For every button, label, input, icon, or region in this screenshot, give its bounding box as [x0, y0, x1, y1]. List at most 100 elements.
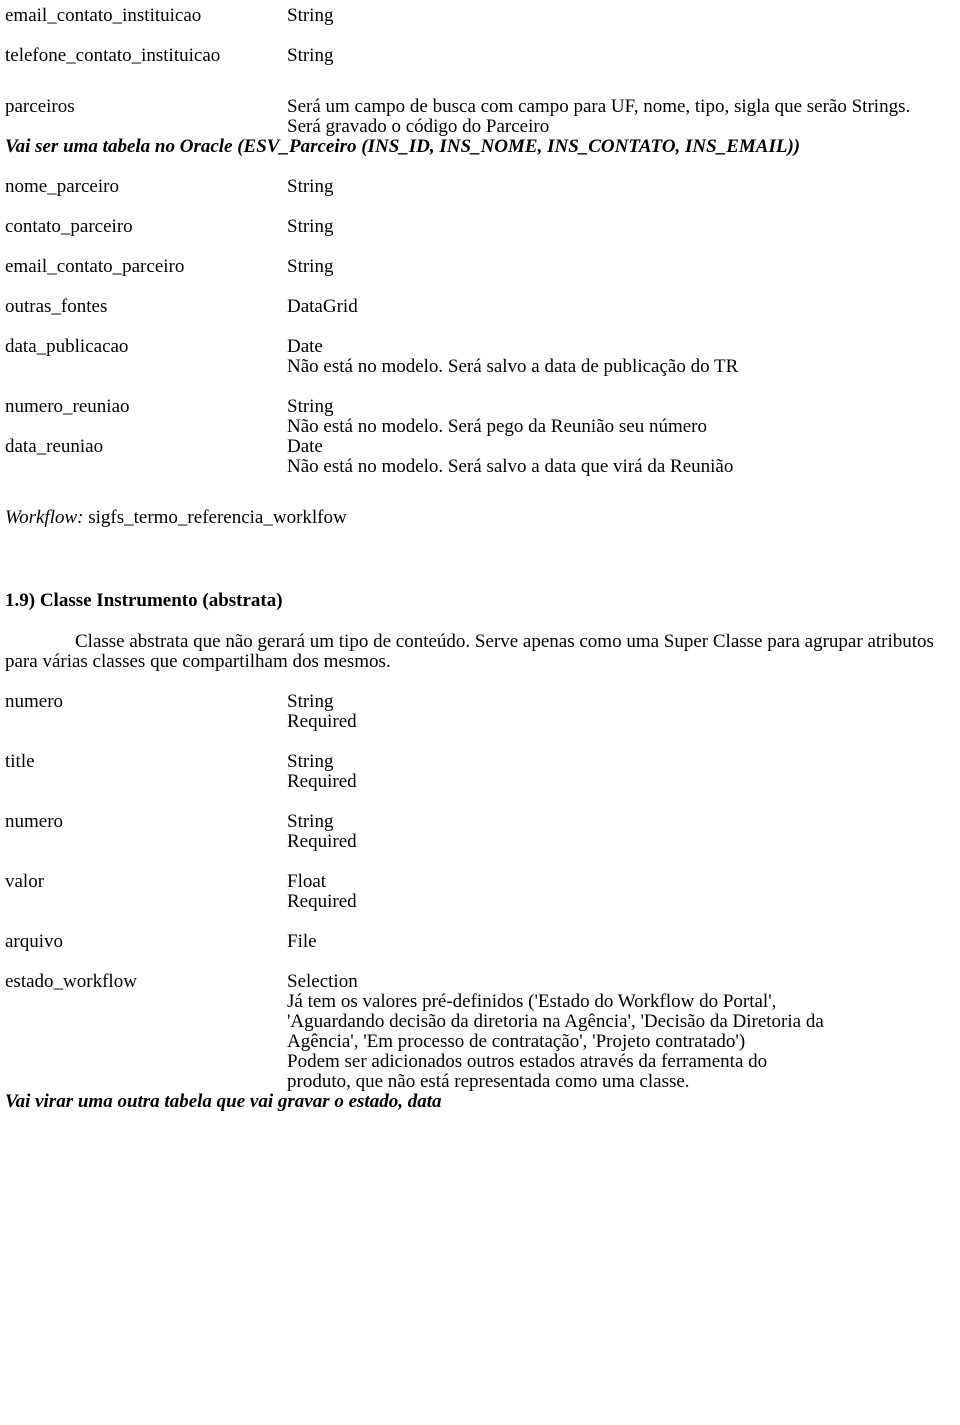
attribute-values: String — [287, 177, 960, 197]
attribute-description: Agência', 'Em processo de contratação', … — [287, 1031, 746, 1052]
attribute-description: Não está no modelo. Será salvo a data de… — [287, 356, 739, 377]
attribute-name: data_publicacao — [5, 336, 129, 357]
attribute-type: Date — [287, 336, 323, 357]
attribute-type: String — [287, 811, 334, 832]
attribute-row: telefone_contato_instituicao String — [0, 46, 960, 66]
attribute-type: File — [287, 931, 317, 952]
workflow-label: Workflow: — [5, 507, 84, 528]
oracle-table-note: Vai ser uma tabela no Oracle (ESV_Parcei… — [5, 136, 801, 157]
attribute-type: String — [287, 751, 334, 772]
attribute-values: Selection Já tem os valores pré-definido… — [287, 972, 960, 1092]
attribute-name: numero — [5, 691, 64, 712]
attribute-type: Selection — [287, 971, 358, 992]
attribute-values: String Não está no modelo. Será pego da … — [287, 397, 960, 437]
attribute-description: Será um campo de busca com campo para UF… — [287, 96, 911, 117]
attribute-values: Float Required — [287, 872, 960, 912]
attribute-name: arquivo — [5, 931, 64, 952]
attribute-type: Float — [287, 871, 327, 892]
footer-note: Vai virar uma outra tabela que vai grava… — [5, 1091, 442, 1112]
attribute-constraint: Required — [287, 771, 357, 792]
attribute-name: numero — [5, 811, 64, 832]
attribute-type: String — [287, 256, 334, 277]
attribute-values: String Required — [287, 752, 960, 792]
attribute-description: Podem ser adicionados outros estados atr… — [287, 1051, 768, 1072]
section-heading: 1.9) Classe Instrumento (abstrata) — [5, 590, 283, 611]
attribute-description: Já tem os valores pré-definidos ('Estado… — [287, 991, 777, 1012]
attribute-name: numero_reuniao — [5, 396, 130, 417]
attribute-name: contato_parceiro — [5, 216, 133, 237]
attribute-row: data_publicacao Date Não está no modelo.… — [0, 337, 960, 377]
attribute-name: nome_parceiro — [5, 176, 119, 197]
attribute-name: title — [5, 751, 35, 772]
attribute-row: numero String Required — [0, 812, 960, 852]
attribute-type: String — [287, 45, 334, 66]
attribute-type: String — [287, 396, 334, 417]
attribute-type: String — [287, 216, 334, 237]
attribute-description: Não está no modelo. Será salvo a data qu… — [287, 456, 734, 477]
attribute-row: arquivo File — [0, 932, 960, 952]
attribute-description: Não está no modelo. Será pego da Reunião… — [287, 416, 707, 437]
attribute-name: parceiros — [5, 96, 75, 117]
attribute-type: Date — [287, 436, 323, 457]
attribute-constraint: Required — [287, 711, 357, 732]
attribute-values: String — [287, 217, 960, 237]
attribute-values: Date Não está no modelo. Será salvo a da… — [287, 437, 960, 477]
attribute-row: outras_fontes DataGrid — [0, 297, 960, 317]
attribute-name: email_contato_parceiro — [5, 256, 185, 277]
workflow-value: sigfs_termo_referencia_worklfow — [83, 507, 347, 528]
attribute-type: DataGrid — [287, 296, 358, 317]
attribute-name: outras_fontes — [5, 296, 108, 317]
attribute-values: Date Não está no modelo. Será salvo a da… — [287, 337, 960, 377]
attribute-row: nome_parceiro String — [0, 177, 960, 197]
attribute-description: produto, que não está representada como … — [287, 1071, 690, 1092]
attribute-row: numero_reuniao String Não está no modelo… — [0, 397, 960, 437]
attribute-description: Será gravado o código do Parceiro — [287, 116, 550, 137]
attribute-row: email_contato_instituicao String — [0, 6, 960, 26]
attribute-values: String — [287, 257, 960, 277]
attribute-values: String — [287, 6, 960, 26]
attribute-row: numero String Required — [0, 692, 960, 732]
attribute-name: valor — [5, 871, 45, 892]
attribute-row: title String Required — [0, 752, 960, 792]
attribute-type: String — [287, 691, 334, 712]
attribute-constraint: Required — [287, 891, 357, 912]
attribute-values: File — [287, 932, 960, 952]
attribute-values: Será um campo de busca com campo para UF… — [287, 97, 960, 137]
attribute-name: data_reuniao — [5, 436, 104, 457]
attribute-row: estado_workflow Selection Já tem os valo… — [0, 972, 960, 1092]
attribute-name: telefone_contato_instituicao — [5, 45, 221, 66]
attribute-constraint: Required — [287, 831, 357, 852]
attribute-values: DataGrid — [287, 297, 960, 317]
attribute-row: contato_parceiro String — [0, 217, 960, 237]
attribute-type: String — [287, 5, 334, 26]
attribute-row: parceiros Será um campo de busca com cam… — [0, 97, 960, 137]
attribute-values: String Required — [287, 812, 960, 852]
attribute-name: estado_workflow — [5, 971, 137, 992]
attribute-type: String — [287, 176, 334, 197]
attribute-name: email_contato_instituicao — [5, 5, 202, 26]
workflow-line: Workflow: sigfs_termo_referencia_worklfo… — [0, 508, 960, 528]
attribute-row: data_reuniao Date Não está no modelo. Se… — [0, 437, 960, 477]
section-paragraph: Classe abstrata que não gerará um tipo d… — [5, 631, 934, 672]
attribute-description: 'Aguardando decisão da diretoria na Agên… — [287, 1011, 824, 1032]
attribute-values: String — [287, 46, 960, 66]
attribute-values: String Required — [287, 692, 960, 732]
